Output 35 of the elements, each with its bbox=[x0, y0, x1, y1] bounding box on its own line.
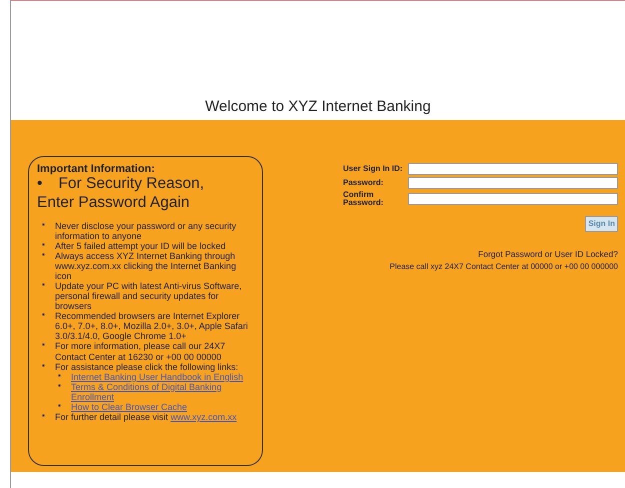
info-text: Update your PC with latest Anti-virus Software, personal firewall and security updates for browsers bbox=[55, 280, 242, 312]
info-text: For assistance please click the following links: bbox=[55, 362, 238, 372]
bullet-mark: ▪ bbox=[58, 402, 61, 411]
info-text: Always access XYZ Internet Banking through www.xyz.com.xx clicking the Internet Banking icon bbox=[55, 250, 236, 281]
contact-text: Please call xyz 24X7 Contact Center at 00000 or +00 00 000000 bbox=[390, 262, 618, 271]
input-field[interactable] bbox=[408, 177, 618, 189]
info-text: For more information, please call our 24X7 Contact Center at 16230 or +00 00 00000 bbox=[55, 341, 226, 362]
bullet-mark: ▪ bbox=[42, 220, 45, 230]
bullet-mark: ▪ bbox=[42, 311, 45, 320]
info-text: After 5 failed attempt your ID will be locked bbox=[55, 240, 226, 251]
help-link[interactable]: Terms & Conditions of Digital Banking Enrollment bbox=[71, 382, 254, 402]
bullet-mark: ▪ bbox=[42, 250, 45, 260]
bullet-mark: ▪ bbox=[42, 362, 45, 371]
info-text: Never disclose your password or any security information to anyone bbox=[55, 220, 236, 241]
field-label: User Sign In ID: bbox=[343, 164, 404, 174]
bullet-mark: ▪ bbox=[58, 372, 61, 381]
input-field[interactable] bbox=[408, 193, 618, 206]
help-link[interactable]: How to Clear Browser Cache bbox=[71, 402, 188, 412]
info-link[interactable]: www.xyz.com.xx bbox=[170, 412, 237, 422]
input-field[interactable] bbox=[408, 163, 618, 175]
security-alert-text: • For Security Reason, Enter Password Again bbox=[37, 175, 206, 212]
forgot-text: Forgot Password or User ID Locked? bbox=[478, 248, 618, 259]
bullet-mark: ▪ bbox=[42, 240, 45, 250]
bullet-mark: ▪ bbox=[42, 412, 45, 421]
help-link[interactable]: Internet Banking User Handbook in English bbox=[71, 372, 244, 382]
info-text: Recommended browsers are Internet Explorer 6.0+, 7.0+, 8.0+, Mozilla 2.0+, 3.0+, Apple Safari 3.0/3.1/4.0, Google Chrome 1.0+ bbox=[55, 311, 248, 342]
field-label: Password: bbox=[343, 178, 384, 188]
bullet-mark: ▪ bbox=[58, 382, 61, 391]
bullet-mark: ▪ bbox=[42, 341, 45, 350]
field-label: Confirm Password: bbox=[343, 191, 384, 208]
page-title: Welcome to XYZ Internet Banking bbox=[205, 96, 431, 116]
info-heading: Important Information: bbox=[37, 163, 156, 176]
sign-in-button[interactable]: Sign In bbox=[585, 216, 618, 232]
bullet-mark: ▪ bbox=[42, 280, 45, 290]
info-text: For further detail please visit bbox=[55, 412, 170, 422]
